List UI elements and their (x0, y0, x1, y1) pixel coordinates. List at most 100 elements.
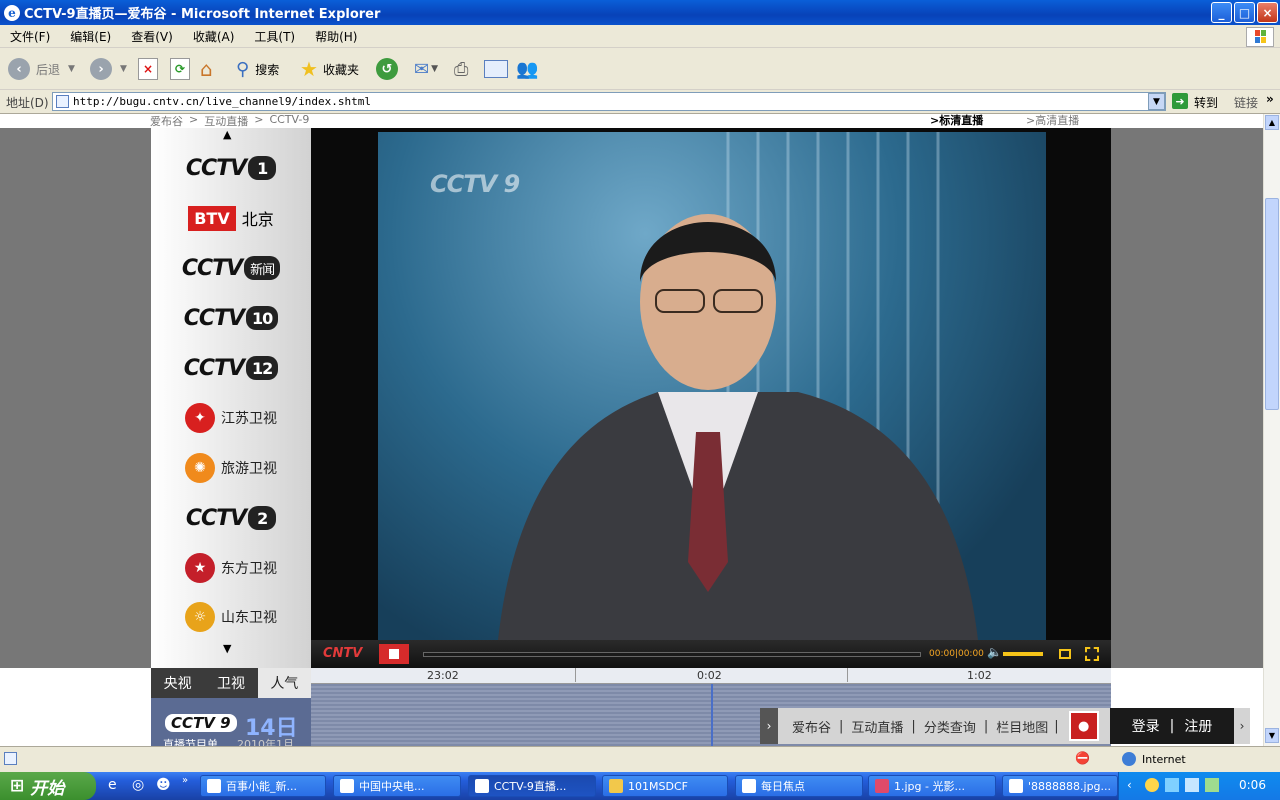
forward-button[interactable]: › ▼ (90, 56, 127, 82)
channel-cctv10[interactable]: CCTV 10 (151, 298, 311, 338)
nav-next-icon[interactable]: › (1234, 708, 1250, 744)
channel-cctv12[interactable]: CCTV 12 (151, 348, 311, 388)
history-button[interactable]: ↺ (376, 56, 398, 82)
tray-expand-icon[interactable]: ‹ (1127, 778, 1132, 792)
refresh-button[interactable]: ⟳ (170, 56, 190, 82)
go-arrow-icon[interactable]: ➜ (1172, 93, 1188, 109)
scroll-down-icon[interactable]: ▼ (223, 642, 231, 655)
taskbar-item-active[interactable]: CCTV-9直播... (468, 775, 596, 797)
stop-button[interactable] (379, 644, 409, 664)
links-button[interactable]: 链接 (1234, 94, 1258, 111)
forward-arrow-icon: › (90, 58, 112, 80)
channel-label: 东方卫视 (221, 561, 277, 577)
back-button[interactable]: ‹ 后退 ▼ (8, 56, 75, 82)
address-label: 地址(D) (6, 96, 49, 110)
taskbar-item[interactable]: 中国中央电... (333, 775, 461, 797)
home-button[interactable]: ⌂ (200, 56, 213, 82)
menu-tools[interactable]: 工具(T) (254, 28, 295, 45)
search-button[interactable]: ⚲ 搜索 (236, 56, 279, 82)
scroll-up-arrow-icon[interactable]: ▲ (1265, 115, 1279, 130)
dropdown-arrow-icon[interactable]: ▼ (68, 64, 75, 74)
minimize-button[interactable]: _ (1211, 2, 1232, 23)
tab-cctv[interactable]: 央视 (151, 668, 204, 698)
timeline-divider (575, 668, 576, 682)
channel-jiangsu[interactable]: ✦ 江苏卫视 (151, 398, 311, 438)
channel-dongfang[interactable]: ★ 东方卫视 (151, 548, 311, 588)
channel-cctv1[interactable]: CCTV 1 (151, 148, 311, 188)
taskbar-item[interactable]: 每日焦点 (735, 775, 863, 797)
scroll-up-icon[interactable]: ▲ (223, 128, 231, 141)
edit-button[interactable] (484, 56, 508, 82)
taskbar-item[interactable]: 101MSDCF (602, 775, 728, 797)
page-scrollbar[interactable]: ▲ ▼ (1263, 114, 1280, 746)
nav-link-live[interactable]: 互动直播 (851, 717, 903, 736)
volume-icon[interactable]: 🔈 (987, 645, 1002, 659)
channel-cctv2[interactable]: CCTV 2 (151, 498, 311, 538)
browser-quicklaunch-icon[interactable]: ◎ (132, 777, 144, 793)
channel-travel[interactable]: ✺ 旅游卫视 (151, 448, 311, 488)
tab-satellite[interactable]: 卫视 (204, 668, 257, 698)
btv-logo: BTV (188, 205, 236, 231)
links-chevron-icon[interactable]: » (1266, 92, 1274, 106)
print-button[interactable]: ⎙ (454, 56, 468, 82)
program-timeline[interactable]: 23:02 0:02 1:02 (311, 668, 1111, 684)
nav-link-home[interactable]: 爱布谷 (792, 717, 831, 736)
sd-live-link[interactable]: >标清直播 (930, 112, 983, 128)
mail-button[interactable]: ✉ ▼ (414, 56, 438, 82)
register-link[interactable]: 注册 (1184, 716, 1212, 736)
close-button[interactable]: × (1257, 2, 1278, 23)
avatar-icon[interactable]: ● (1068, 711, 1099, 741)
hd-live-link[interactable]: >高清直播 (1026, 112, 1079, 128)
menu-help[interactable]: 帮助(H) (315, 28, 357, 45)
messenger-quicklaunch-icon[interactable]: ☻ (156, 777, 171, 793)
tray-icon[interactable] (1165, 778, 1179, 792)
login-link[interactable]: 登录 (1132, 716, 1160, 736)
menu-file[interactable]: 文件(F) (10, 28, 50, 45)
tray-icon[interactable] (1205, 778, 1219, 792)
fullscreen-icon[interactable] (1085, 647, 1099, 661)
menu-favorites[interactable]: 收藏(A) (193, 28, 235, 45)
menu-view[interactable]: 查看(V) (131, 28, 173, 45)
ie-quicklaunch-icon[interactable]: e (108, 777, 117, 793)
channel-btv[interactable]: BTV 北京 (151, 198, 311, 238)
tray-icon[interactable] (1145, 778, 1159, 792)
go-button[interactable]: 转到 (1194, 94, 1218, 111)
breadcrumb-live[interactable]: 互动直播 (204, 113, 248, 129)
favorites-label: 收藏夹 (322, 62, 359, 77)
widescreen-icon[interactable] (1059, 649, 1071, 659)
breadcrumb-home[interactable]: 爱布谷 (150, 113, 183, 129)
nav-link-sitemap[interactable]: 栏目地图 (996, 717, 1048, 736)
stop-button[interactable]: × (138, 56, 158, 82)
url-input[interactable]: http://bugu.cntv.cn/live_channel9/index.… (52, 92, 1166, 111)
scroll-thumb[interactable] (1265, 198, 1279, 410)
stop-icon: × (138, 58, 158, 80)
channel-cctv-news[interactable]: CCTV 新闻 (151, 248, 311, 288)
popup-blocked-icon[interactable]: ⛔ (1075, 751, 1090, 765)
video-frame[interactable]: CCTV 9 (378, 132, 1046, 640)
dropdown-arrow-icon[interactable]: ▼ (431, 64, 438, 74)
taskbar-item[interactable]: 百事小能_新... (200, 775, 326, 797)
dropdown-arrow-icon[interactable]: ▼ (120, 64, 127, 74)
start-button[interactable]: ⊞ 开始 (0, 772, 96, 800)
channel-list: ▲ CCTV 1 BTV 北京 CCTV 新闻 CCTV 10 CCTV 12 ✦ 江苏卫… (151, 128, 311, 668)
messenger-button[interactable]: 👥 (516, 56, 538, 82)
window-title-bar[interactable]: e CCTV-9直播页—爱布谷 - Microsoft Internet Exp… (0, 0, 1280, 25)
volume-slider[interactable] (1003, 652, 1043, 656)
maximize-button[interactable]: □ (1234, 2, 1255, 23)
scroll-down-arrow-icon[interactable]: ▼ (1265, 728, 1279, 743)
channel-shandong[interactable]: ☼ 山东卫视 (151, 597, 311, 637)
taskbar-item[interactable]: '8888888.jpg... (1002, 775, 1118, 797)
cctv-logo: CCTV 2 (186, 506, 277, 531)
favorites-button[interactable]: ★ 收藏夹 (300, 56, 359, 82)
window-title: CCTV-9直播页—爱布谷 - Microsoft Internet Explo… (24, 7, 381, 22)
back-arrow-icon: ‹ (8, 58, 30, 80)
menu-edit[interactable]: 编辑(E) (70, 28, 111, 45)
nav-link-category[interactable]: 分类查询 (924, 717, 976, 736)
nav-prev-icon[interactable]: › (760, 708, 778, 744)
tray-icon[interactable] (1185, 778, 1199, 792)
tab-popular[interactable]: 人气 (257, 668, 311, 698)
quicklaunch-more-icon[interactable]: » (182, 775, 188, 786)
seek-bar[interactable] (423, 652, 921, 657)
taskbar-item[interactable]: 1.jpg - 光影... (868, 775, 996, 797)
url-dropdown-icon[interactable]: ▼ (1148, 93, 1165, 110)
